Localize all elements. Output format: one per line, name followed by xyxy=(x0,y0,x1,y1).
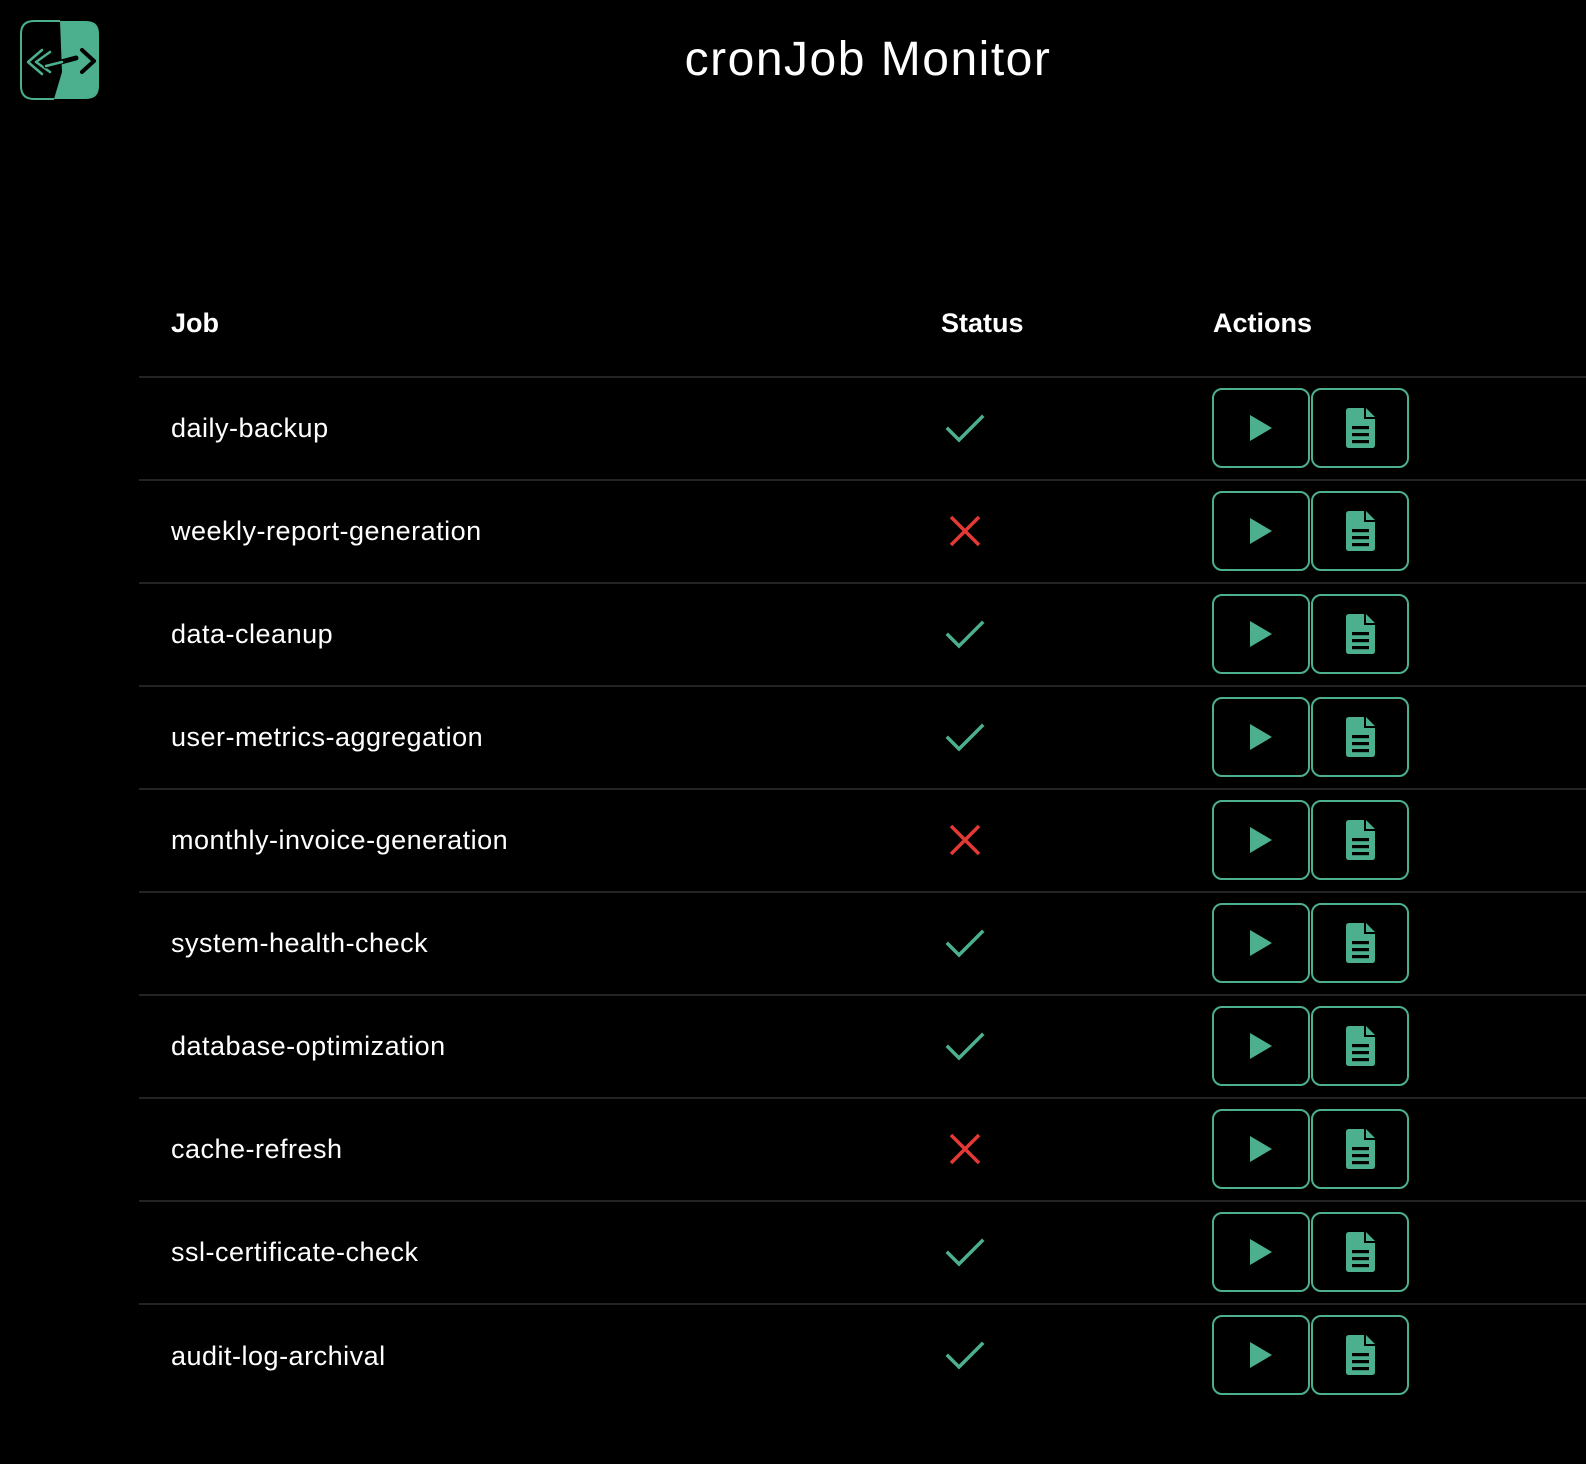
play-icon xyxy=(1250,621,1272,647)
run-job-button[interactable] xyxy=(1212,1109,1310,1189)
checkmark-icon xyxy=(943,921,987,965)
play-icon xyxy=(1250,1342,1272,1368)
play-icon xyxy=(1250,827,1272,853)
cross-icon xyxy=(943,1127,987,1171)
checkmark-icon xyxy=(943,715,987,759)
checkmark-icon xyxy=(943,406,987,450)
play-icon xyxy=(1250,1239,1272,1265)
view-logs-button[interactable] xyxy=(1311,903,1409,983)
document-icon xyxy=(1346,923,1375,963)
document-icon xyxy=(1346,408,1375,448)
job-name: user-metrics-aggregation xyxy=(171,722,484,752)
view-logs-button[interactable] xyxy=(1311,1212,1409,1292)
document-icon xyxy=(1346,1335,1375,1375)
view-logs-button[interactable] xyxy=(1311,1315,1409,1395)
document-icon xyxy=(1346,820,1375,860)
view-logs-button[interactable] xyxy=(1311,800,1409,880)
play-icon xyxy=(1250,1033,1272,1059)
column-header-status: Status xyxy=(941,308,1024,338)
run-job-button[interactable] xyxy=(1212,903,1310,983)
job-name: cache-refresh xyxy=(171,1134,343,1164)
checkmark-icon xyxy=(943,612,987,656)
job-name: data-cleanup xyxy=(171,619,334,649)
play-icon xyxy=(1250,518,1272,544)
job-name: daily-backup xyxy=(171,413,329,443)
table-row: database-optimization xyxy=(139,996,1586,1099)
run-job-button[interactable] xyxy=(1212,388,1310,468)
column-header-job: Job xyxy=(171,308,220,338)
table-row: ssl-certificate-check xyxy=(139,1202,1586,1305)
view-logs-button[interactable] xyxy=(1311,491,1409,571)
document-icon xyxy=(1346,1232,1375,1272)
view-logs-button[interactable] xyxy=(1311,697,1409,777)
table-row: audit-log-archival xyxy=(139,1305,1586,1408)
document-icon xyxy=(1346,1129,1375,1169)
table-row: monthly-invoice-generation xyxy=(139,790,1586,893)
run-job-button[interactable] xyxy=(1212,1212,1310,1292)
table-row: daily-backup xyxy=(139,378,1586,481)
run-job-button[interactable] xyxy=(1212,800,1310,880)
play-icon xyxy=(1250,1136,1272,1162)
job-name: audit-log-archival xyxy=(171,1341,386,1371)
document-icon xyxy=(1346,1026,1375,1066)
run-job-button[interactable] xyxy=(1212,1315,1310,1395)
run-job-button[interactable] xyxy=(1212,697,1310,777)
view-logs-button[interactable] xyxy=(1311,594,1409,674)
table-row: cache-refresh xyxy=(139,1099,1586,1202)
checkmark-icon xyxy=(943,1024,987,1068)
play-icon xyxy=(1250,415,1272,441)
job-name: system-health-check xyxy=(171,928,429,958)
play-icon xyxy=(1250,724,1272,750)
table-body: daily-backup weekly-report-generation data… xyxy=(139,378,1586,1408)
view-logs-button[interactable] xyxy=(1311,1109,1409,1189)
document-icon xyxy=(1346,717,1375,757)
view-logs-button[interactable] xyxy=(1311,1006,1409,1086)
table-row: data-cleanup xyxy=(139,584,1586,687)
job-name: weekly-report-generation xyxy=(171,516,482,546)
view-logs-button[interactable] xyxy=(1311,388,1409,468)
job-name: ssl-certificate-check xyxy=(171,1237,419,1267)
table-row: weekly-report-generation xyxy=(139,481,1586,584)
run-job-button[interactable] xyxy=(1212,1006,1310,1086)
job-name: database-optimization xyxy=(171,1031,446,1061)
cross-icon xyxy=(943,818,987,862)
page-title: cronJob Monitor xyxy=(684,33,1052,86)
table-row: system-health-check xyxy=(139,893,1586,996)
run-job-button[interactable] xyxy=(1212,594,1310,674)
document-icon xyxy=(1346,614,1375,654)
column-header-actions: Actions xyxy=(1213,308,1313,338)
cross-icon xyxy=(943,509,987,553)
checkmark-icon xyxy=(943,1333,987,1377)
document-icon xyxy=(1346,511,1375,551)
run-job-button[interactable] xyxy=(1212,491,1310,571)
table-row: user-metrics-aggregation xyxy=(139,687,1586,790)
play-icon xyxy=(1250,930,1272,956)
job-name: monthly-invoice-generation xyxy=(171,825,509,855)
table-header-row: Job Status Actions xyxy=(139,270,1586,378)
checkmark-icon xyxy=(943,1230,987,1274)
jobs-table: Job Status Actions daily-backup weekly-re… xyxy=(139,270,1586,1408)
